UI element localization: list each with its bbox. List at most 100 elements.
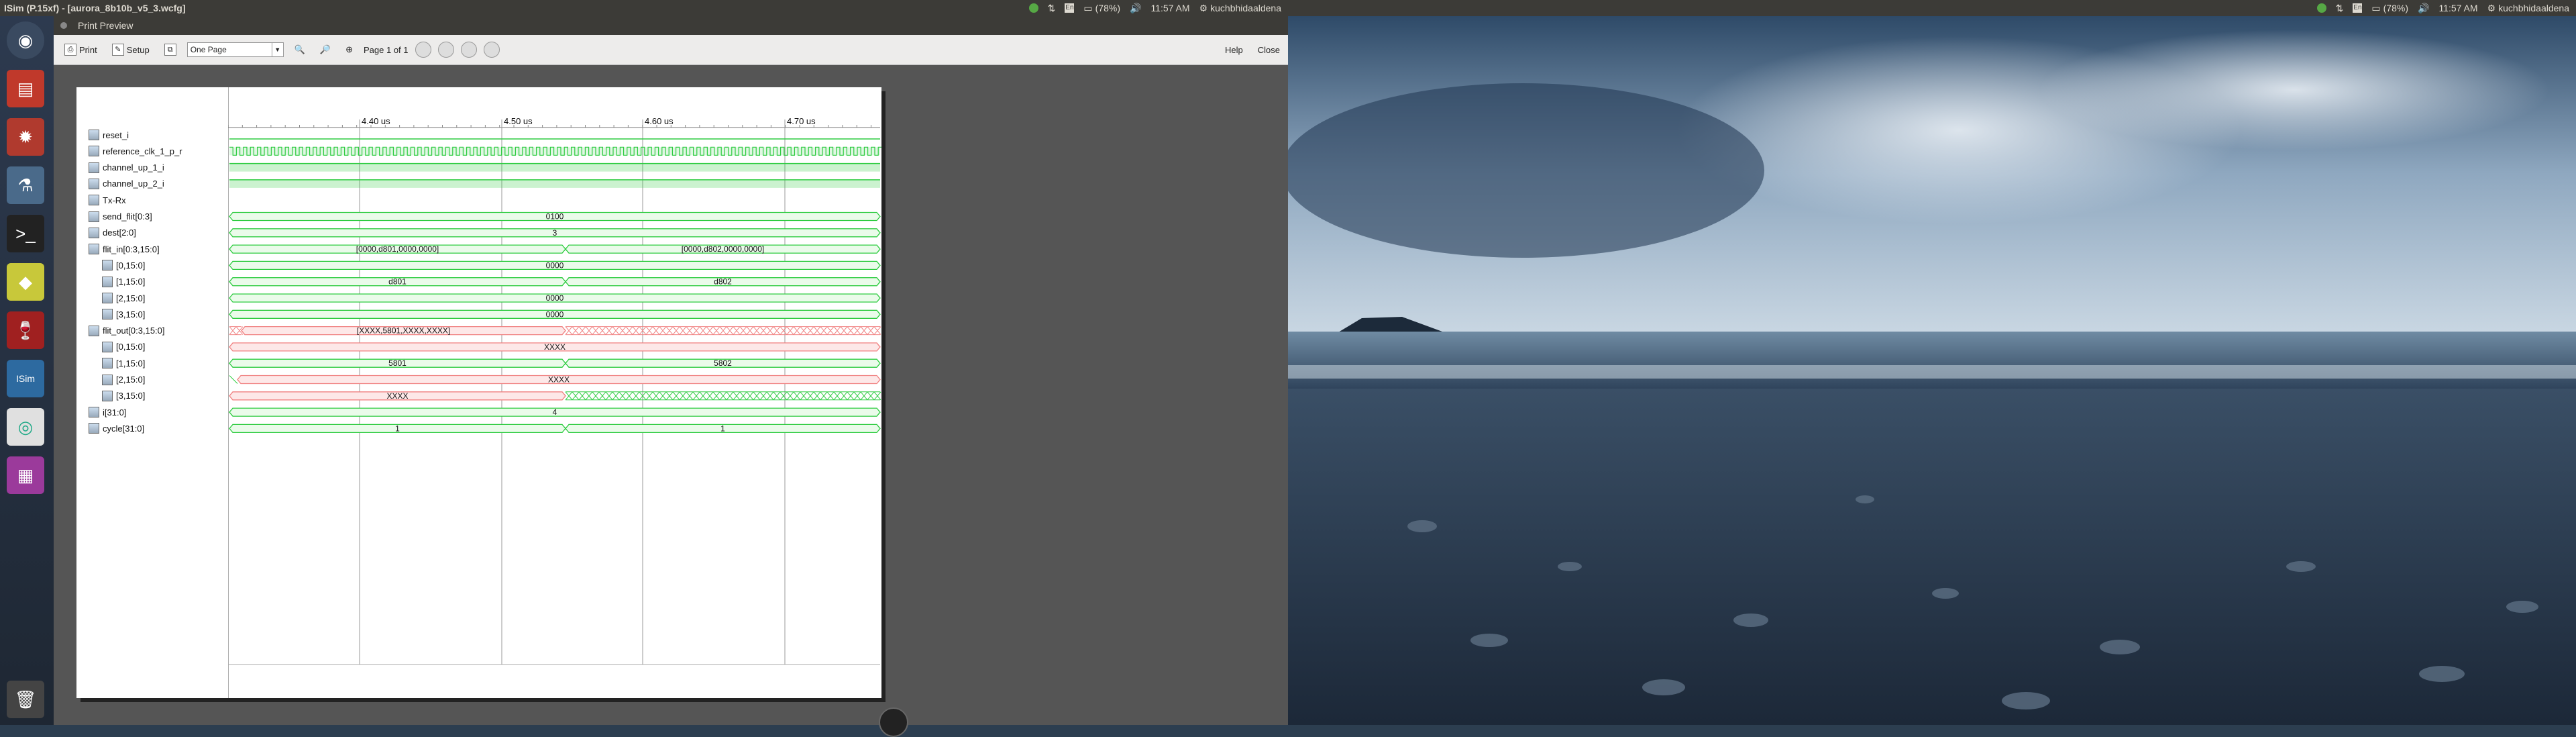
battery-text: (78%) bbox=[1095, 3, 1120, 13]
clock[interactable]: 11:57 AM bbox=[2438, 0, 2477, 16]
close-button[interactable]: Close bbox=[1258, 45, 1280, 55]
signal-row: [3,15:0] bbox=[102, 389, 145, 403]
window-close-icon[interactable] bbox=[60, 22, 67, 29]
x-transition bbox=[793, 326, 801, 335]
battery-indicator[interactable]: ▭ (78%) bbox=[2371, 0, 2408, 16]
bus-value: 4 bbox=[553, 407, 557, 417]
time-label: 4.60 us bbox=[645, 116, 674, 126]
bus-value: 1 bbox=[395, 424, 400, 433]
help-button[interactable]: Help bbox=[1225, 45, 1243, 55]
signal-name: [0,15:0] bbox=[116, 342, 146, 352]
print-button[interactable]: ⎙ Print bbox=[60, 42, 101, 57]
transfer-icon[interactable]: ⇅ bbox=[2336, 0, 2344, 16]
copy-icon: ⧉ bbox=[164, 44, 176, 56]
x-transition bbox=[753, 391, 761, 401]
zoom-fit-button[interactable]: ⊕ bbox=[341, 43, 357, 56]
toolbar: ⎙ Print ✎ Setup ⧉ One Page ▼ 🔍 🔎 ⊕ Page 1 o… bbox=[54, 35, 1288, 65]
x-transition bbox=[686, 391, 694, 401]
x-transition bbox=[632, 391, 640, 401]
x-transition bbox=[712, 391, 720, 401]
signal-icon bbox=[89, 195, 99, 206]
x-transition bbox=[773, 391, 781, 401]
x-transition bbox=[733, 391, 741, 401]
x-transition bbox=[665, 326, 674, 335]
beach-wallpaper bbox=[1288, 16, 2576, 725]
user-menu[interactable]: ⚙ kuchbhidaaldena bbox=[1199, 0, 1281, 16]
keyboard-icon[interactable]: En bbox=[2353, 3, 2363, 13]
signal-row: [2,15:0] bbox=[102, 291, 145, 305]
clock[interactable]: 11:57 AM bbox=[1150, 0, 1189, 16]
user-menu[interactable]: ⚙ kuchbhidaaldena bbox=[2487, 0, 2569, 16]
signal-icon bbox=[102, 260, 113, 271]
setup-icon: ✎ bbox=[111, 44, 124, 56]
zoom-in-button[interactable]: 🔍 bbox=[290, 43, 309, 56]
signal-name: [1,15:0] bbox=[116, 358, 146, 368]
workspace-switcher-icon[interactable]: ▦ bbox=[7, 456, 44, 494]
prev-page-button[interactable] bbox=[437, 42, 454, 58]
first-page-button[interactable] bbox=[415, 42, 431, 58]
battery-indicator[interactable]: ▭ (78%) bbox=[1083, 0, 1120, 16]
view-mode-select[interactable]: One Page ▼ bbox=[186, 42, 284, 57]
flit-in-bus: [0000,d801,0000,0000] bbox=[229, 244, 566, 254]
scroll-handle[interactable] bbox=[879, 707, 908, 737]
chrome-icon[interactable]: ◎ bbox=[7, 408, 44, 446]
x-transition bbox=[739, 326, 747, 335]
isim-icon[interactable]: ISim bbox=[7, 360, 44, 397]
x-transition bbox=[833, 391, 841, 401]
x-transition bbox=[726, 391, 734, 401]
x-transition bbox=[578, 391, 586, 401]
signal-row: send_flit[0:3] bbox=[89, 209, 152, 224]
settings-icon[interactable]: ✹ bbox=[7, 118, 44, 156]
cube-app-icon[interactable]: ◆ bbox=[7, 263, 44, 301]
clock-fill bbox=[229, 147, 880, 156]
zoom-out-button[interactable]: 🔎 bbox=[316, 43, 335, 56]
keyboard-icon[interactable]: En bbox=[1065, 3, 1075, 13]
volume-icon[interactable]: 🔊 bbox=[2418, 0, 2429, 16]
copy-button[interactable]: ⧉ bbox=[160, 42, 180, 57]
x-transition bbox=[786, 326, 794, 335]
user-name: kuchbhidaaldena bbox=[1210, 3, 1281, 13]
dest-bus: 3 bbox=[229, 228, 881, 238]
x-transition bbox=[759, 326, 767, 335]
dash-home-icon[interactable]: ◉ bbox=[7, 21, 44, 59]
x-transition bbox=[706, 326, 714, 335]
indicator-area-right: ⇅ En ▭ (78%) 🔊 11:57 AM ⚙ kuchbhidaaldena bbox=[2316, 0, 2569, 16]
bus-value: 5802 bbox=[714, 358, 732, 368]
transfer-icon[interactable]: ⇅ bbox=[1048, 0, 1056, 16]
volume-icon[interactable]: 🔊 bbox=[1130, 0, 1141, 16]
trash-icon[interactable]: 🗑 bbox=[7, 681, 44, 718]
signal-name: dest[2:0] bbox=[103, 228, 136, 238]
network-icon[interactable] bbox=[1028, 3, 1038, 13]
network-icon[interactable] bbox=[2316, 3, 2326, 13]
signal-icon bbox=[89, 407, 99, 418]
top-panel-right: ⇅ En ▭ (78%) 🔊 11:57 AM ⚙ kuchbhidaaldena bbox=[1288, 0, 2576, 16]
signal-row: channel_up_1_i bbox=[89, 160, 164, 175]
bus-value: 0000 bbox=[546, 293, 564, 303]
signal-name: channel_up_2_i bbox=[103, 179, 164, 189]
wine-icon[interactable]: 🍷 bbox=[7, 311, 44, 349]
next-page-button[interactable] bbox=[460, 42, 477, 58]
x-transition bbox=[813, 326, 821, 335]
signal-icon bbox=[102, 309, 113, 320]
time-label: 4.70 us bbox=[787, 116, 816, 126]
x-transition bbox=[820, 391, 828, 401]
x-transition bbox=[625, 326, 633, 335]
x-transition bbox=[773, 326, 781, 335]
user-name: kuchbhidaaldena bbox=[2498, 3, 2569, 13]
x-transition bbox=[806, 326, 814, 335]
x-transition bbox=[813, 391, 821, 401]
flit-in-0-bus: 0000 bbox=[229, 260, 881, 270]
signal-name: i[31:0] bbox=[103, 407, 127, 417]
x-transition bbox=[733, 326, 741, 335]
setup-button[interactable]: ✎ Setup bbox=[108, 42, 154, 57]
signal-name: [1,15:0] bbox=[116, 277, 146, 287]
zoom-in-icon: 🔍 bbox=[294, 44, 305, 54]
x-transition bbox=[572, 326, 580, 335]
high-fill bbox=[229, 163, 880, 172]
terminal-icon[interactable]: >_ bbox=[7, 215, 44, 252]
network-tool-icon[interactable]: ⚗ bbox=[7, 166, 44, 204]
file-manager-icon[interactable]: ▤ bbox=[7, 70, 44, 107]
last-page-button[interactable] bbox=[483, 42, 500, 58]
x-transition bbox=[605, 326, 613, 335]
signal-name: cycle[31:0] bbox=[103, 423, 145, 434]
